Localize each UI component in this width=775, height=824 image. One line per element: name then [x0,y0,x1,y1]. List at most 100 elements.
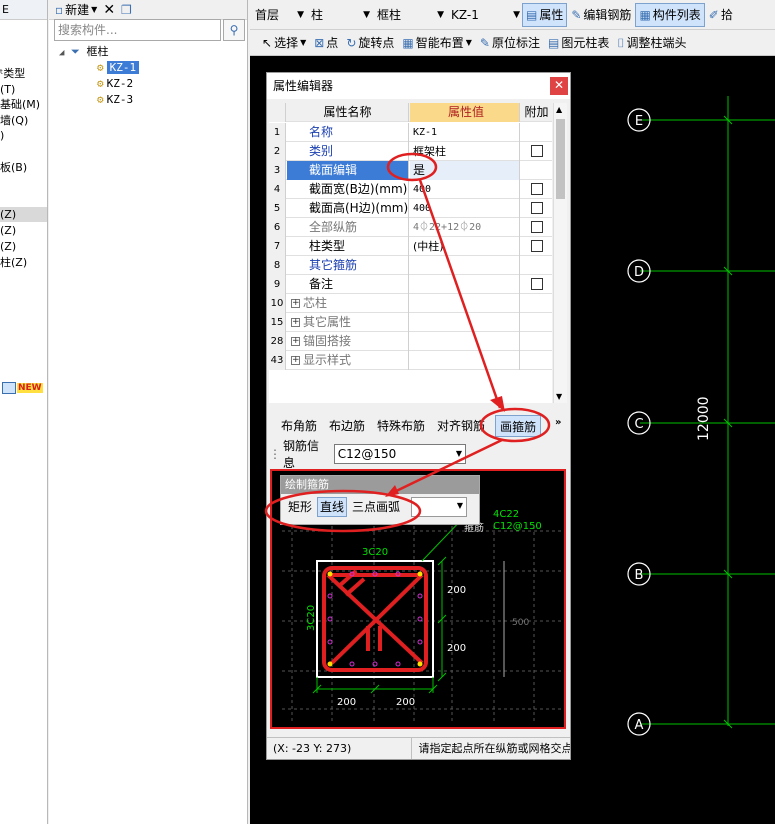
collapse-icon[interactable]: ◢ [59,48,64,58]
cursor-icon: ↖ [262,35,273,50]
extra-cell [521,218,552,237]
component-dropdown[interactable]: KZ-1 ▼ [446,4,522,26]
scroll-down-icon: ▼ [556,392,563,401]
extra-checkbox[interactable] [530,221,543,233]
tree-root[interactable]: ◢ ⏷ 框柱 [59,44,108,59]
grip-icon: ⋮ [269,447,281,461]
close-button[interactable]: ✕ [550,77,568,95]
type-dropdown[interactable]: 框柱 ▼ [372,4,446,26]
extra-checkbox[interactable] [530,145,543,157]
extra-checkbox[interactable] [530,278,543,290]
expand-icon[interactable]: + [291,318,300,327]
component-list-button[interactable]: ▦ 构件列表 [635,2,705,27]
property-row[interactable]: 15 + 其它属性 [269,313,552,332]
left-item[interactable]: ) [0,128,4,143]
new-feature-item[interactable]: NEW [2,382,43,394]
properties-button[interactable]: ▤ 属性 [522,2,568,27]
column-table-button[interactable]: ▤ 图元柱表 [544,31,613,55]
extra-cell [521,180,552,199]
tree-node-kz1[interactable]: ⚙ KZ-1 [97,60,140,75]
search-button[interactable]: ⚲ [223,19,245,41]
left-item[interactable]: 基础(M) [0,97,40,112]
pick-button[interactable]: ✐ 拾 [705,3,737,27]
left-item[interactable]: ᵗ类型 [0,66,25,81]
extra-checkbox[interactable] [530,183,543,195]
property-row[interactable]: 7 柱类型 (中柱) [269,237,552,256]
new-button[interactable]: ▫ 新建 ▼ [55,1,97,18]
property-value[interactable]: 400 [410,180,520,199]
property-value[interactable] [410,351,520,370]
adjust-column-end-button[interactable]: ⌷ 调整柱端头 [613,31,690,55]
left-item[interactable]: (Z) [0,223,16,238]
rectangle-button[interactable]: 矩形 [285,497,315,517]
tab-corner-bar[interactable]: 布角筋 [279,415,319,437]
edit-rebar-button[interactable]: ✎ 编辑钢筋 [567,3,635,27]
property-row[interactable]: 10 + 芯柱 [269,294,552,313]
extra-checkbox[interactable] [530,202,543,214]
origin-mark-button[interactable]: ✎ 原位标注 [476,31,544,55]
rotate-point-button[interactable]: ↻ 旋转点 [342,31,398,55]
select-button[interactable]: ↖ 选择 ▼ [258,31,310,55]
property-scrollbar[interactable]: ▲ ▼ [553,103,567,403]
property-value[interactable]: 4⏀22+12⏀20 [410,218,520,237]
property-row[interactable]: 3 截面编辑是 [269,161,552,180]
expand-icon[interactable]: + [291,356,300,365]
line-button[interactable]: 直线 [317,497,348,517]
tab-special-bar[interactable]: 特殊布筋 [375,415,427,437]
copy-icon[interactable]: ❐ [121,3,132,17]
property-value[interactable] [410,294,520,313]
dim-bottom-2: 200 [396,697,415,708]
tree-node-kz3[interactable]: ⚙ KZ-3 [97,92,133,107]
property-row[interactable]: 1 名称 KZ-1 [269,123,552,142]
chevron-down-icon: ▼ [455,449,462,458]
new-badge: NEW [17,383,43,393]
left-item[interactable]: 柱(Z) [0,255,27,270]
property-row[interactable]: 9 备注 [269,275,552,294]
dimension-12000: 12000 [696,396,712,441]
extra-cell [521,142,552,161]
left-item-selected[interactable]: (Z) [0,207,47,222]
delete-icon[interactable]: ✕ [103,2,115,18]
property-value[interactable]: 是 [410,161,520,180]
property-row[interactable]: 8 其它箍筋 [269,256,552,275]
property-value[interactable]: KZ-1 [410,123,520,142]
tab-edge-bar[interactable]: 布边筋 [327,415,367,437]
point-button[interactable]: ⊠ 点 [310,31,342,55]
left-item[interactable]: (T) [0,82,15,97]
property-row[interactable]: 28 + 锚固搭接 [269,332,552,351]
left-item[interactable]: 墙(Q) [0,113,28,128]
property-value[interactable] [410,332,520,351]
property-value[interactable] [410,275,520,294]
left-item[interactable]: 板(B) [0,160,27,175]
expand-icon[interactable]: + [291,337,300,346]
three-point-arc-button[interactable]: 三点画弧 [349,497,403,517]
property-row[interactable]: 2 类别 框架柱 [269,142,552,161]
property-row[interactable]: 4 截面宽(B边)(mm) 400 [269,180,552,199]
expand-icon[interactable]: + [291,299,300,308]
property-row[interactable]: 43 + 显示样式 [269,351,552,370]
scroll-thumb[interactable] [556,119,565,199]
floor-dropdown[interactable]: 首层 ▼ [250,4,306,26]
more-tabs-icon[interactable]: » [555,417,561,428]
rebar-info-select[interactable]: C12@150 ▼ [333,444,466,464]
property-row[interactable]: 6 全部纵筋 4⏀22+12⏀20 [269,218,552,237]
arc-option-select[interactable]: ▼ [411,497,468,517]
search-input[interactable]: 搜索构件... [54,19,221,41]
tab-align-bar[interactable]: 对齐钢筋 [435,415,487,437]
header-name: 属性名称 [287,103,409,122]
property-value[interactable]: 框架柱 [410,142,520,161]
section-drawing-canvas[interactable]: 3C20 3C20 4C22 C12@150 箍筋 200 200 200 20… [270,469,566,729]
property-row[interactable]: 5 截面高(H边)(mm) 400 [269,199,552,218]
extra-checkbox[interactable] [530,240,543,252]
property-value[interactable]: (中柱) [410,237,520,256]
property-value[interactable] [410,313,520,332]
row-number: 15 [269,313,286,332]
smart-layout-button[interactable]: ▦ 智能布置 ▼ [398,31,476,55]
tab-draw-stirrup[interactable]: 画箍筋 [495,415,542,437]
tree-node-kz2[interactable]: ⚙ KZ-2 [97,76,133,91]
property-value[interactable] [410,256,520,275]
category-dropdown[interactable]: 柱 ▼ [306,4,372,26]
chevron-down-icon: ▼ [456,501,464,510]
left-item[interactable]: (Z) [0,239,16,254]
property-value[interactable]: 400 [410,199,520,218]
